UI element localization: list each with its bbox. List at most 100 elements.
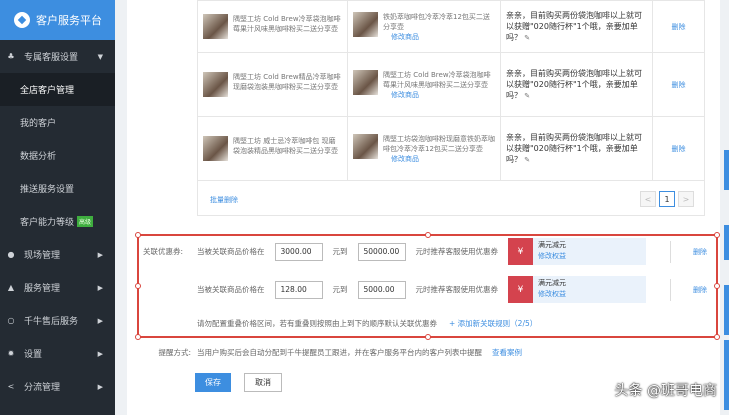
- page-1-button[interactable]: 1: [659, 191, 675, 207]
- logo-icon: [14, 12, 30, 28]
- gift-image: [353, 11, 378, 37]
- batch-delete-link[interactable]: 批量删除: [210, 195, 238, 205]
- edit-product-link[interactable]: 修改商品: [391, 155, 419, 163]
- sidebar-item[interactable]: 我的客户: [0, 106, 115, 139]
- delete-link[interactable]: 删除: [672, 145, 686, 153]
- sidebar-item-label: 全店客户管理: [20, 86, 75, 96]
- brand[interactable]: 客户服务平台: [0, 0, 115, 40]
- coupon-rule-row: 关联优惠券: 当被关联商品价格在 3000.00 元到 50000.00 元时推…: [139, 238, 716, 265]
- pagination: < 1 >: [640, 191, 694, 207]
- coupon-icon: ¥: [508, 238, 533, 265]
- next-page-button[interactable]: >: [678, 191, 694, 207]
- brand-name: 客户服务平台: [36, 14, 102, 27]
- prev-page-button[interactable]: <: [640, 191, 656, 207]
- coupon-rule-row: 当被关联商品价格在 128.00 元到 5000.00 元时推荐客服使用优惠券 …: [139, 276, 716, 303]
- save-button[interactable]: 保存: [195, 373, 231, 392]
- max-price-input[interactable]: 50000.00: [357, 242, 406, 261]
- rule-suffix: 元时推荐客服使用优惠券: [415, 285, 499, 294]
- rule-mid: 元到: [332, 285, 348, 294]
- cancel-button[interactable]: 取消: [244, 373, 282, 392]
- gift-title: 铁奶萃咖啡包冷萃冷萃12包买二送分享壶: [383, 12, 490, 31]
- sidebar-item-label: 千牛售后服务: [24, 317, 79, 327]
- edit-product-link[interactable]: 修改商品: [391, 91, 419, 99]
- chevron-icon: ▶: [97, 316, 103, 325]
- delete-rule-link[interactable]: 删除: [670, 240, 707, 263]
- product-image: [203, 14, 228, 39]
- sidebar-item[interactable]: ○ 千牛售后服务 ▶: [0, 304, 115, 337]
- min-price-input[interactable]: 3000.00: [274, 242, 323, 261]
- reminder-label: 提醒方式:: [158, 348, 191, 357]
- sidebar-item[interactable]: ♣ 专属客服设置 ▼: [0, 40, 115, 73]
- pencil-icon[interactable]: ✎: [524, 156, 530, 164]
- delete-link[interactable]: 删除: [672, 81, 686, 89]
- edit-product-link[interactable]: 修改商品: [391, 33, 419, 41]
- sidebar-item-label: 分流管理: [24, 383, 61, 393]
- sidebar-item-label: 客户能力等级: [20, 218, 75, 228]
- gift-image: [353, 69, 378, 95]
- product-table: 隅堅工坊 Cold Brew冷萃袋泡咖啡莓果汁风味黑咖啡粉买二送分享壶 铁奶萃咖…: [197, 0, 705, 181]
- pencil-icon[interactable]: ✎: [524, 92, 530, 100]
- sidebar-item[interactable]: 客户能力等级 高级: [0, 205, 115, 238]
- delete-link[interactable]: 删除: [672, 23, 686, 31]
- rule-prefix: 当被关联商品价格在: [197, 285, 265, 294]
- reminder-text: 当用户购买后会自动分配到千牛提醒员工跟进，并在客户服务平台内的客户列表中提醒: [197, 348, 482, 357]
- sidebar-item-label: 专属客服设置: [24, 53, 79, 63]
- chevron-icon: ▼: [97, 52, 103, 61]
- chevron-icon: ▶: [97, 382, 103, 391]
- coupon-card: ¥ 满元减元修改权益: [508, 238, 646, 265]
- sidebar-nav: ♣ 专属客服设置 ▼ 全店客户管理 我的客户 数据分析 推送服务设置 客户能力等级 高级 ● 现场管…: [0, 40, 115, 403]
- max-price-input[interactable]: 5000.00: [357, 280, 406, 299]
- product-image: [203, 136, 228, 161]
- table-footer: 批量删除 < 1 >: [197, 180, 705, 216]
- sidebar: 客户服务平台 ♣ 专属客服设置 ▼ 全店客户管理 我的客户 数据分析 推送服务设置 客户能力等…: [0, 0, 115, 415]
- chevron-icon: ▶: [97, 283, 103, 292]
- sidebar-item-label: 数据分析: [20, 152, 57, 162]
- sidebar-item[interactable]: 数据分析: [0, 139, 115, 172]
- table-row: 隅堅工坊 威士忌冷萃咖啡包 现磨袋泡装精品黑咖啡粉买二送分享壶 隅堅工坊袋泡咖啡…: [197, 116, 705, 181]
- rule-mid: 元到: [332, 247, 348, 256]
- add-rule-link[interactable]: + 添加新关联规则（2/5）: [449, 318, 537, 329]
- product-title: 隅堅工坊 Cold Brew精品冷萃咖啡现磨袋泡装黑咖啡粉买二送分享壶: [233, 73, 341, 91]
- main-content: 隅堅工坊 Cold Brew冷萃袋泡咖啡莓果汁风味黑咖啡粉买二送分享壶 铁奶萃咖…: [127, 0, 720, 415]
- sidebar-item-label: 我的客户: [20, 119, 57, 129]
- view-example-link[interactable]: 查看案例: [492, 347, 522, 358]
- level-badge: 高级: [77, 216, 94, 227]
- sidebar-item[interactable]: 全店客户管理: [0, 73, 115, 106]
- edit-benefit-link[interactable]: 修改权益: [538, 252, 566, 260]
- product-title: 隅堅工坊 威士忌冷萃咖啡包 现磨袋泡装精品黑咖啡粉买二送分享壶: [233, 137, 338, 155]
- circle-icon: ○: [7, 316, 15, 325]
- table-row: 隅堅工坊 Cold Brew冷萃袋泡咖啡莓果汁风味黑咖啡粉买二送分享壶 铁奶萃咖…: [197, 0, 705, 53]
- delete-rule-link[interactable]: 删除: [670, 278, 707, 301]
- rule-prefix: 当被关联商品价格在: [197, 247, 265, 256]
- product-title: 隅堅工坊 Cold Brew冷萃袋泡咖啡莓果汁风味黑咖啡粉买二送分享壶: [233, 15, 341, 33]
- pencil-icon[interactable]: ✎: [524, 34, 530, 42]
- rule-note-row: 请勿配置重叠价格区间，若有重叠则按照由上到下的顺序默认关联优惠券 + 添加新关联…: [139, 318, 716, 329]
- share-icon: <: [7, 382, 15, 391]
- coupon-name: 满元减元: [538, 241, 566, 249]
- reminder-row: 提醒方式: 当用户购买后会自动分配到千牛提醒员工跟进，并在客户服务平台内的客户列…: [137, 347, 729, 358]
- users-icon: ♣: [7, 52, 15, 61]
- chevron-icon: ▶: [97, 349, 103, 358]
- gear-icon: ✹: [7, 349, 15, 358]
- edit-benefit-link[interactable]: 修改权益: [538, 290, 566, 298]
- gift-title: 隅堅工坊 Cold Brew冷萃袋泡咖啡莓果汁风味黑咖啡粉买二送分享壶: [383, 70, 491, 89]
- gift-title: 隅堅工坊袋泡咖啡粉现磨意铁奶萃咖啡包冷萃冷萃12包买二送分享壶: [383, 134, 495, 153]
- sidebar-item[interactable]: ● 现场管理 ▶: [0, 238, 115, 271]
- coupon-name: 满元减元: [538, 279, 566, 287]
- coupon-card: ¥ 满元减元修改权益: [508, 276, 646, 303]
- coupon-rules-label: 关联优惠券:: [143, 247, 184, 256]
- min-price-input[interactable]: 128.00: [274, 280, 323, 299]
- sidebar-item[interactable]: < 分流管理 ▶: [0, 370, 115, 403]
- watermark: 头条 @班哥电商: [614, 383, 717, 399]
- rule-suffix: 元时推荐客服使用优惠券: [415, 247, 499, 256]
- sidebar-item-label: 推送服务设置: [20, 185, 75, 195]
- sidebar-item-label: 现场管理: [24, 251, 61, 261]
- sidebar-item[interactable]: ✹ 设置 ▶: [0, 337, 115, 370]
- gift-image: [353, 133, 378, 159]
- sidebar-item[interactable]: 推送服务设置: [0, 172, 115, 205]
- sidebar-item[interactable]: ▲ 服务管理 ▶: [0, 271, 115, 304]
- coupon-rules-section: 关联优惠券: 当被关联商品价格在 3000.00 元到 50000.00 元时推…: [135, 232, 720, 340]
- coupon-icon: ¥: [508, 276, 533, 303]
- chevron-icon: ▶: [97, 250, 103, 259]
- bell-icon: ▲: [7, 283, 15, 292]
